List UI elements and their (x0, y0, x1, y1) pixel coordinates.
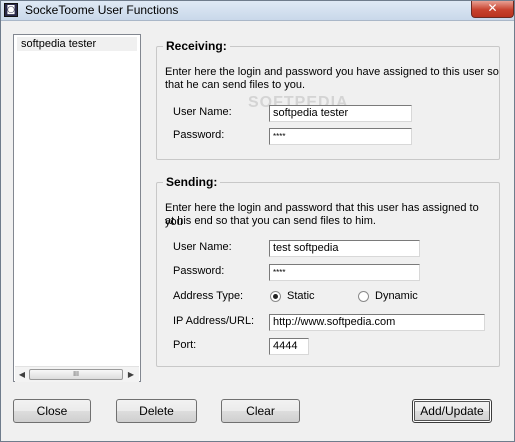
close-icon: ✕ (487, 1, 498, 15)
user-listbox[interactable]: softpedia tester ◀ III ▶ (13, 34, 141, 382)
receiving-group: Receiving: Enter here the login and pass… (156, 39, 500, 160)
ip-address-label: IP Address/URL: (173, 315, 255, 327)
sending-group: Sending: Enter here the login and passwo… (156, 175, 500, 367)
sending-password-field[interactable]: **** (269, 264, 420, 281)
close-button[interactable]: Close (13, 399, 91, 423)
radio-selected-dot (273, 294, 278, 299)
receiving-password-label: Password: (173, 129, 225, 141)
port-label: Port: (173, 339, 197, 351)
port-field[interactable]: 4444 (269, 338, 309, 355)
dynamic-radio[interactable] (358, 291, 369, 302)
sending-user-name-label: User Name: (173, 241, 232, 253)
receiving-description-line2: that he can send files to you. (165, 79, 306, 91)
horizontal-scrollbar[interactable]: ◀ III ▶ (15, 366, 139, 382)
receiving-user-name-field[interactable]: softpedia tester (269, 105, 412, 122)
list-item[interactable]: softpedia tester (17, 37, 137, 51)
dynamic-radio-label[interactable]: Dynamic (375, 290, 418, 302)
clear-button[interactable]: Clear (221, 399, 300, 423)
sending-description-line2: at his end so that you can send files to… (165, 215, 376, 227)
add-update-button[interactable]: Add/Update (412, 399, 492, 423)
receiving-description-line1: Enter here the login and password you ha… (165, 66, 499, 78)
delete-button[interactable]: Delete (116, 399, 197, 423)
scroll-thumb[interactable]: III (29, 369, 123, 380)
scroll-left-icon[interactable]: ◀ (17, 369, 27, 380)
window-title: SockeToome User Functions (25, 3, 179, 17)
user-functions-window: ◙ SockeToome User Functions ✕ softpedia … (0, 0, 515, 442)
title-bar[interactable]: ◙ SockeToome User Functions ✕ (1, 1, 514, 21)
ip-address-field[interactable]: http://www.softpedia.com (269, 314, 485, 331)
receiving-user-name-label: User Name: (173, 106, 232, 118)
receiving-title: Receiving: (163, 39, 230, 53)
address-type-label: Address Type: (173, 290, 244, 302)
sending-user-name-field[interactable]: test softpedia (269, 240, 420, 257)
scroll-right-icon[interactable]: ▶ (126, 369, 136, 380)
sending-password-label: Password: (173, 265, 225, 277)
static-radio-label[interactable]: Static (287, 290, 315, 302)
sending-title: Sending: (163, 175, 221, 189)
app-icon: ◙ (4, 3, 18, 17)
static-radio[interactable] (270, 291, 281, 302)
window-close-button[interactable]: ✕ (471, 1, 514, 18)
receiving-password-field[interactable]: **** (269, 128, 412, 145)
